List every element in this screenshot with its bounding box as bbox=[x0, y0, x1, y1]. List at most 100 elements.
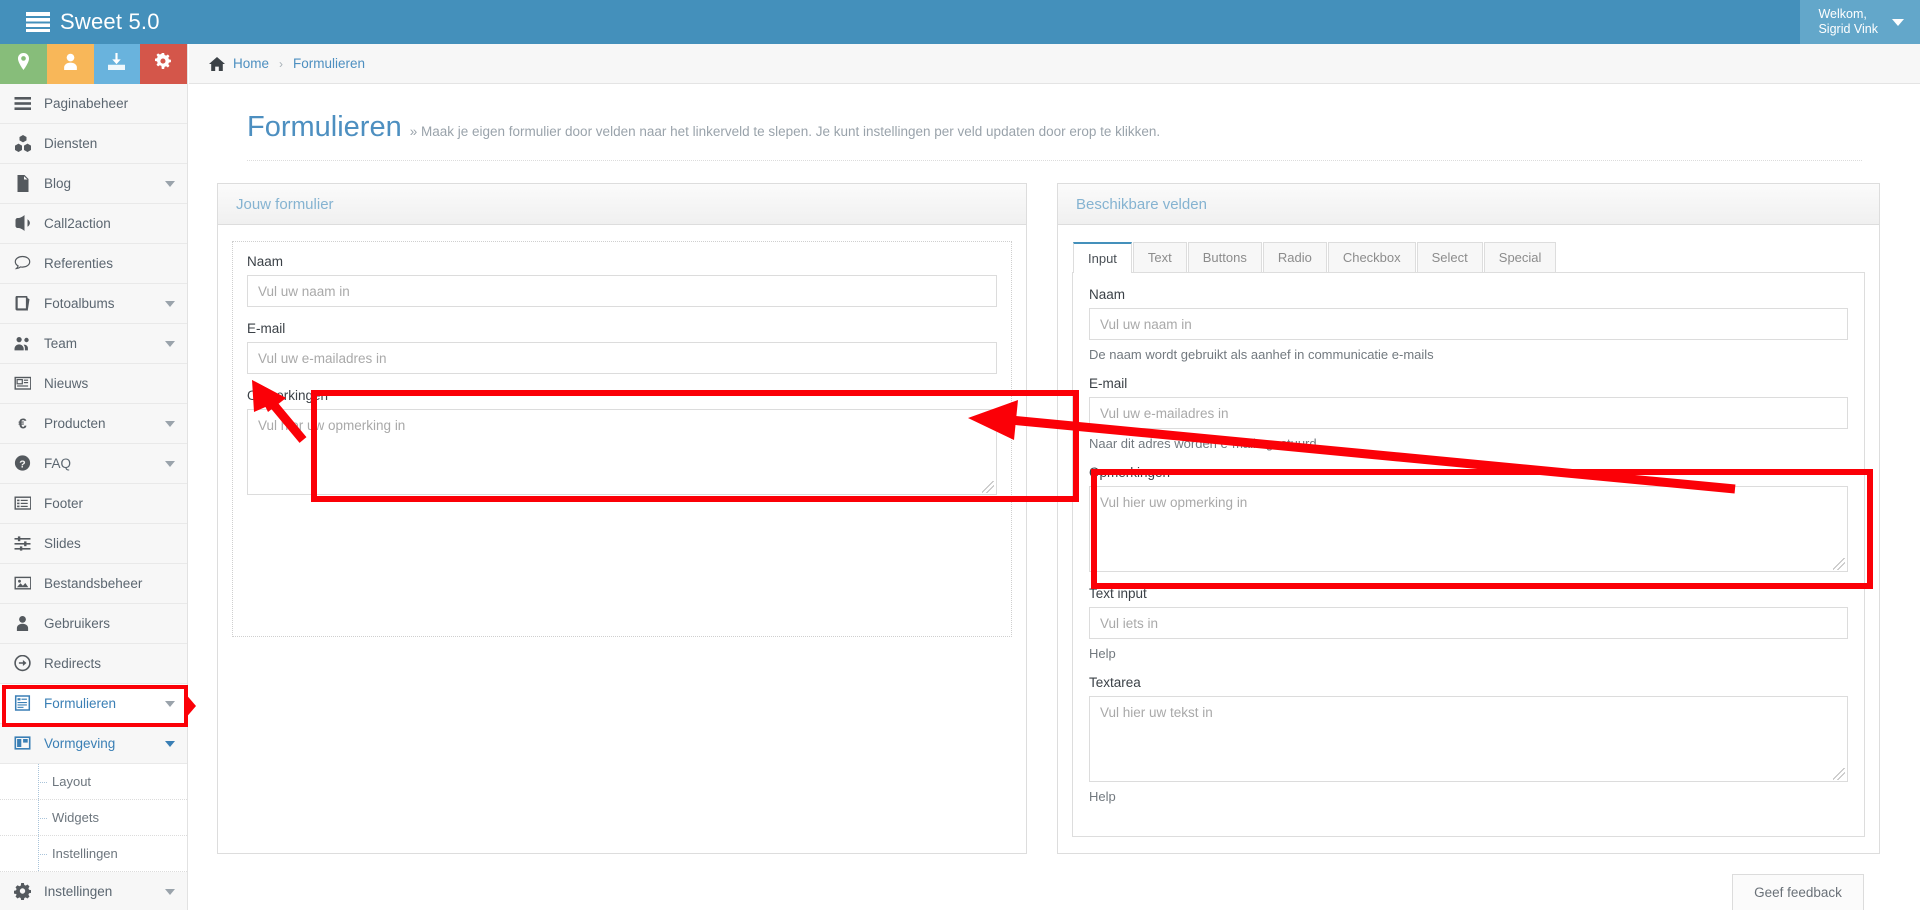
sidebar-item-footer[interactable]: Footer bbox=[0, 484, 187, 524]
page-subtitle: » Maak je eigen formulier door velden na… bbox=[409, 124, 1161, 139]
sidebar-item-team[interactable]: Team bbox=[0, 324, 187, 364]
tab-text[interactable]: Text bbox=[1132, 242, 1187, 272]
tab-special[interactable]: Special bbox=[1483, 242, 1557, 272]
quick-action-row bbox=[0, 44, 187, 84]
file-text-icon bbox=[14, 175, 40, 192]
chevron-down-icon bbox=[1892, 18, 1904, 26]
list-alt-icon bbox=[14, 495, 40, 512]
breadcrumb-home[interactable]: Home bbox=[233, 56, 269, 71]
field-e-mail[interactable]: E-mail Vul uw e-mailadres in Naar dit adre… bbox=[1089, 376, 1848, 451]
available-fields-panel-body: Input Text Buttons Radio Checkbox Select Speci… bbox=[1058, 225, 1879, 853]
field-help-text: Naar dit adres worden e-mails gestuurd bbox=[1089, 436, 1317, 451]
user-icon bbox=[62, 53, 79, 75]
sidebar-subitem-widgets[interactable]: Widgets bbox=[0, 800, 187, 836]
arrow-circle-right-icon bbox=[14, 655, 40, 672]
chevron-down-icon bbox=[165, 180, 175, 187]
sidebar-item-fotoalbums[interactable]: Fotoalbums bbox=[0, 284, 187, 324]
settings-button[interactable] bbox=[140, 44, 187, 84]
sidebar-item-referenties[interactable]: Referenties bbox=[0, 244, 187, 284]
sidebar-item-label: Blog bbox=[44, 176, 72, 191]
field-placeholder: Vul uw naam in bbox=[258, 283, 350, 299]
field-naam[interactable]: Naam Vul uw naam in De naam wordt gebruikt… bbox=[1089, 287, 1848, 362]
field-input[interactable]: Vul uw naam in bbox=[247, 275, 997, 307]
field-help-text: Help bbox=[1089, 789, 1116, 804]
breadcrumb: Home › Formulieren bbox=[189, 44, 1920, 84]
panels-row: Jouw formulier Naam Vul uw naam in E-mail V… bbox=[189, 161, 1920, 854]
field-textarea[interactable]: Textarea Vul hier uw tekst in Help bbox=[1089, 675, 1848, 804]
breadcrumb-current[interactable]: Formulieren bbox=[293, 56, 365, 71]
field-textarea[interactable]: Vul hier uw opmerking in bbox=[247, 409, 997, 495]
sidebar-item-label: Instellingen bbox=[44, 884, 113, 899]
user-name: Sigrid Vink bbox=[1818, 22, 1878, 36]
field-input[interactable]: Vul iets in bbox=[1089, 607, 1848, 639]
tab-input[interactable]: Input bbox=[1073, 242, 1132, 273]
field-textarea[interactable]: Vul hier uw opmerking in bbox=[1089, 486, 1848, 572]
sidebar-item-label: Gebruikers bbox=[44, 616, 111, 631]
chevron-down-icon bbox=[165, 340, 175, 347]
field-input[interactable]: Vul uw e-mailadres in bbox=[1089, 397, 1848, 429]
tab-label: Buttons bbox=[1202, 250, 1247, 265]
field-opmerkingen[interactable]: Opmerkingen Vul hier uw opmerking in bbox=[1089, 465, 1848, 572]
sidebar-item-instellingen-root[interactable]: Instellingen bbox=[0, 872, 187, 910]
field-naam[interactable]: Naam Vul uw naam in bbox=[247, 254, 997, 307]
available-fields-panel: Beschikbare velden Input Text Buttons Radio… bbox=[1057, 183, 1880, 854]
sidebar-item-blog[interactable]: Blog bbox=[0, 164, 187, 204]
field-opmerkingen[interactable]: Opmerkingen Vul hier uw opmerking in bbox=[247, 388, 997, 495]
field-input[interactable]: Vul uw naam in bbox=[1089, 308, 1848, 340]
user-menu[interactable]: Welkom, Sigrid Vink bbox=[1800, 0, 1920, 44]
sidebar-subitem-label: Layout bbox=[52, 774, 92, 789]
chevron-down-icon bbox=[165, 700, 175, 707]
bars-icon bbox=[14, 95, 40, 112]
sidebar-subitem-layout[interactable]: Layout bbox=[0, 764, 187, 800]
location-button[interactable] bbox=[0, 44, 47, 84]
resize-grip-icon[interactable] bbox=[1833, 768, 1845, 780]
tab-label: Checkbox bbox=[1342, 250, 1401, 265]
download-button[interactable] bbox=[93, 44, 141, 84]
sidebar-item-vormgeving[interactable]: Vormgeving bbox=[0, 724, 187, 764]
sliders-icon bbox=[14, 535, 40, 552]
field-label: Opmerkingen bbox=[247, 388, 329, 403]
sidebar-item-label: Footer bbox=[44, 496, 84, 511]
input-tab-panel: Naam Vul uw naam in De naam wordt gebruikt… bbox=[1072, 273, 1865, 837]
field-e-mail[interactable]: E-mail Vul uw e-mailadres in bbox=[247, 321, 997, 374]
sidebar-item-faq[interactable]: ? FAQ bbox=[0, 444, 187, 484]
sidebar-item-call2action[interactable]: Call2action bbox=[0, 204, 187, 244]
user-menu-text: Welkom, Sigrid Vink bbox=[1818, 7, 1878, 37]
sidebar-item-diensten[interactable]: Diensten bbox=[0, 124, 187, 164]
brand[interactable]: Sweet 5.0 bbox=[26, 9, 160, 35]
field-label: E-mail bbox=[247, 321, 286, 336]
field-text-input[interactable]: Text input Vul iets in Help bbox=[1089, 586, 1848, 661]
sidebar-subitem-instellingen[interactable]: Instellingen bbox=[0, 836, 187, 872]
form-dropzone[interactable]: Naam Vul uw naam in E-mail Vul uw e-mailadr… bbox=[232, 241, 1012, 637]
sidebar-item-producten[interactable]: € Producten bbox=[0, 404, 187, 444]
resize-grip-icon[interactable] bbox=[982, 481, 994, 493]
euro-icon: € bbox=[14, 415, 40, 433]
user-button[interactable] bbox=[46, 44, 94, 84]
resize-grip-icon[interactable] bbox=[1833, 558, 1845, 570]
sidebar-item-label: Producten bbox=[44, 416, 106, 431]
tab-select[interactable]: Select bbox=[1416, 242, 1483, 272]
sidebar-item-redirects[interactable]: Redirects bbox=[0, 644, 187, 684]
field-placeholder: Vul uw naam in bbox=[1100, 316, 1192, 332]
tab-checkbox[interactable]: Checkbox bbox=[1327, 242, 1416, 272]
bullhorn-icon bbox=[14, 215, 40, 232]
download-inbox-icon bbox=[108, 53, 126, 75]
field-placeholder: Vul uw e-mailadres in bbox=[258, 350, 387, 366]
sidebar-item-paginabeheer[interactable]: Paginabeheer bbox=[0, 84, 187, 124]
your-form-panel-heading: Jouw formulier bbox=[218, 184, 1026, 225]
sidebar-item-slides[interactable]: Slides bbox=[0, 524, 187, 564]
tab-radio[interactable]: Radio bbox=[1262, 242, 1327, 272]
field-textarea[interactable]: Vul hier uw tekst in bbox=[1089, 696, 1848, 782]
sidebar-item-gebruikers[interactable]: Gebruikers bbox=[0, 604, 187, 644]
page-title: Formulieren bbox=[247, 111, 402, 143]
field-input[interactable]: Vul uw e-mailadres in bbox=[247, 342, 997, 374]
sidebar-item-formulieren[interactable]: Formulieren bbox=[0, 684, 187, 724]
sidebar-item-label: Vormgeving bbox=[44, 736, 116, 751]
sidebar-item-bestandsbeheer[interactable]: Bestandsbeheer bbox=[0, 564, 187, 604]
field-placeholder: Vul uw e-mailadres in bbox=[1100, 405, 1229, 421]
tab-buttons[interactable]: Buttons bbox=[1187, 242, 1262, 272]
sidebar-item-label: Referenties bbox=[44, 256, 114, 271]
sidebar-item-nieuws[interactable]: Nieuws bbox=[0, 364, 187, 404]
chevron-down-icon bbox=[165, 740, 175, 747]
question-icon: ? bbox=[14, 455, 40, 472]
